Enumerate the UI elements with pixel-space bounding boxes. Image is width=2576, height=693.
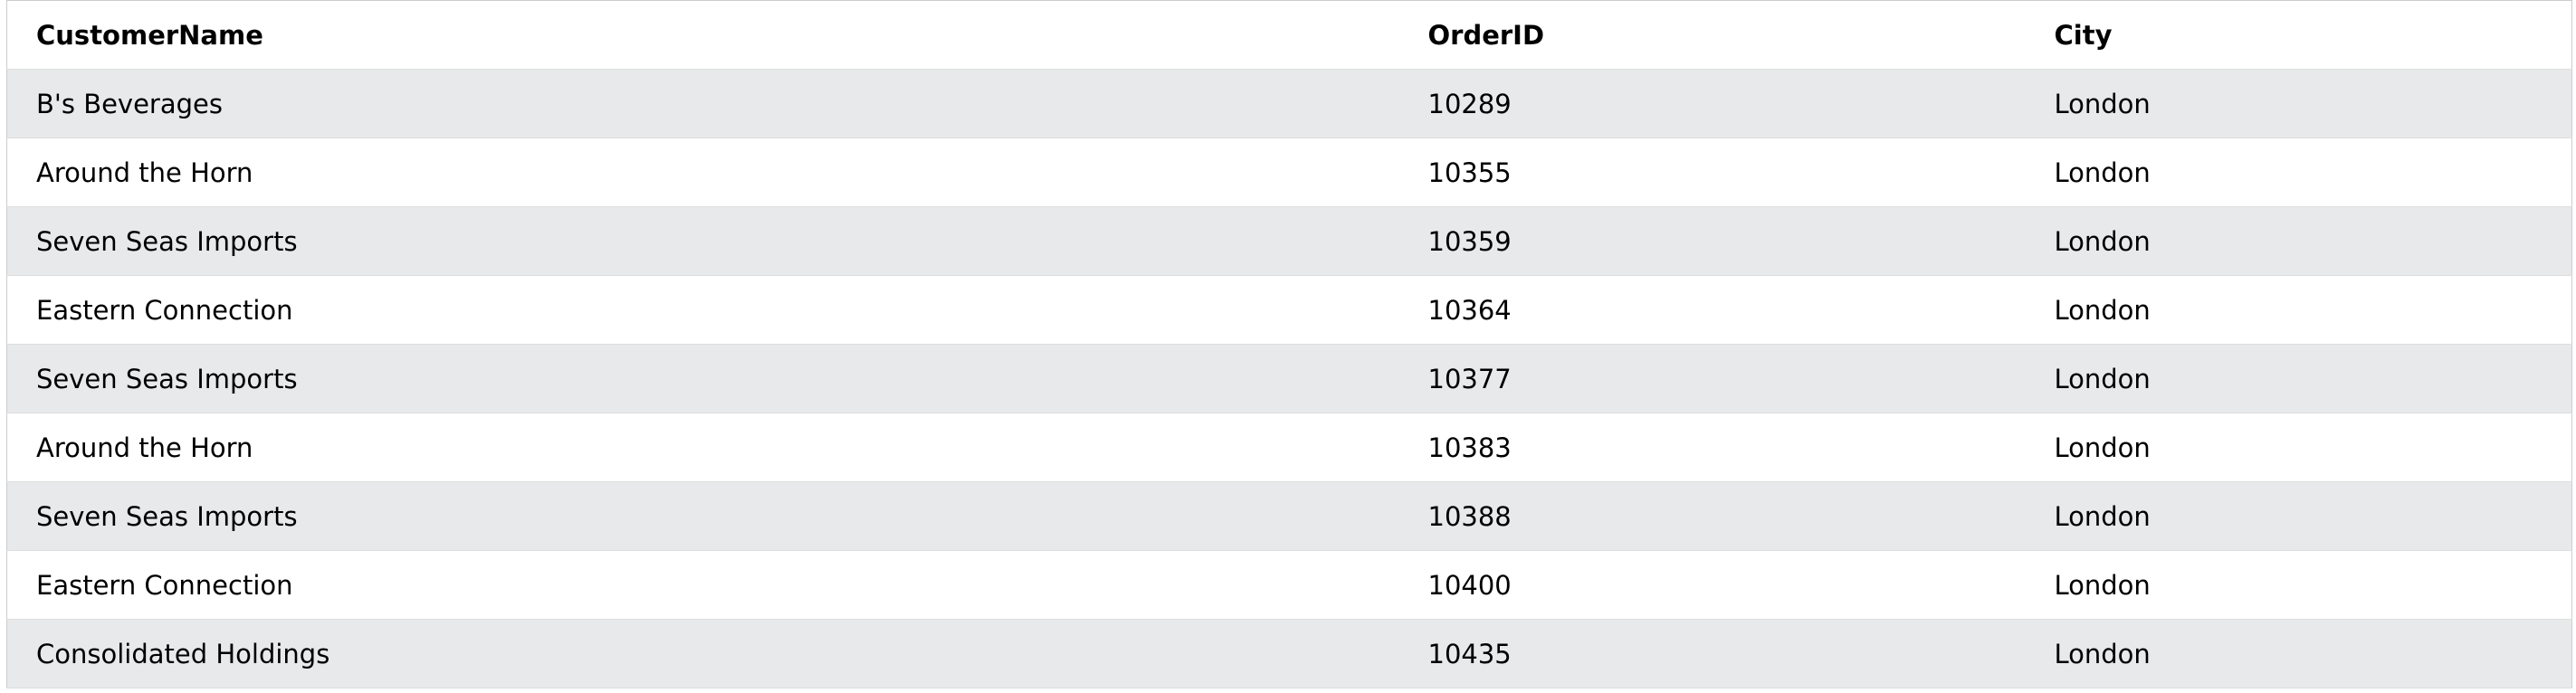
cell-city: London xyxy=(2025,550,2572,620)
cell-orderid: 10377 xyxy=(1398,344,2026,413)
table-row: Seven Seas Imports 10377 London xyxy=(6,344,2572,413)
cell-city: London xyxy=(2025,413,2572,482)
cell-city: London xyxy=(2025,344,2572,413)
column-header-orderid: OrderID xyxy=(1398,0,2026,70)
cell-city: London xyxy=(2025,619,2572,688)
table-row: Seven Seas Imports 10359 London xyxy=(6,206,2572,276)
results-table-container: CustomerName OrderID City B's Beverages … xyxy=(6,0,2572,688)
cell-customername: Eastern Connection xyxy=(6,550,1399,620)
cell-customername: Consolidated Holdings xyxy=(6,619,1399,688)
column-header-city: City xyxy=(2025,0,2572,70)
table-row: Around the Horn 10383 London xyxy=(6,413,2572,482)
table-row: Around the Horn 10355 London xyxy=(6,138,2572,207)
cell-orderid: 10364 xyxy=(1398,275,2026,345)
cell-orderid: 10400 xyxy=(1398,550,2026,620)
table-row: Eastern Connection 10400 London xyxy=(6,550,2572,620)
cell-orderid: 10359 xyxy=(1398,206,2026,276)
cell-city: London xyxy=(2025,138,2572,207)
table-row: B's Beverages 10289 London xyxy=(6,69,2572,138)
cell-customername: Around the Horn xyxy=(6,413,1399,482)
cell-city: London xyxy=(2025,206,2572,276)
column-header-customername: CustomerName xyxy=(6,0,1399,70)
cell-city: London xyxy=(2025,275,2572,345)
cell-orderid: 10355 xyxy=(1398,138,2026,207)
cell-city: London xyxy=(2025,69,2572,138)
table-row: Eastern Connection 10364 London xyxy=(6,275,2572,345)
cell-customername: Seven Seas Imports xyxy=(6,344,1399,413)
cell-customername: Seven Seas Imports xyxy=(6,481,1399,551)
cell-orderid: 10383 xyxy=(1398,413,2026,482)
cell-orderid: 10388 xyxy=(1398,481,2026,551)
table-row: Consolidated Holdings 10435 London xyxy=(6,619,2572,688)
table-header-row: CustomerName OrderID City xyxy=(6,0,2572,70)
cell-customername: B's Beverages xyxy=(6,69,1399,138)
table-row: Seven Seas Imports 10388 London xyxy=(6,481,2572,551)
cell-city: London xyxy=(2025,481,2572,551)
cell-customername: Seven Seas Imports xyxy=(6,206,1399,276)
results-table: CustomerName OrderID City B's Beverages … xyxy=(6,0,2572,688)
cell-orderid: 10289 xyxy=(1398,69,2026,138)
cell-customername: Around the Horn xyxy=(6,138,1399,207)
cell-customername: Eastern Connection xyxy=(6,275,1399,345)
cell-orderid: 10435 xyxy=(1398,619,2026,688)
